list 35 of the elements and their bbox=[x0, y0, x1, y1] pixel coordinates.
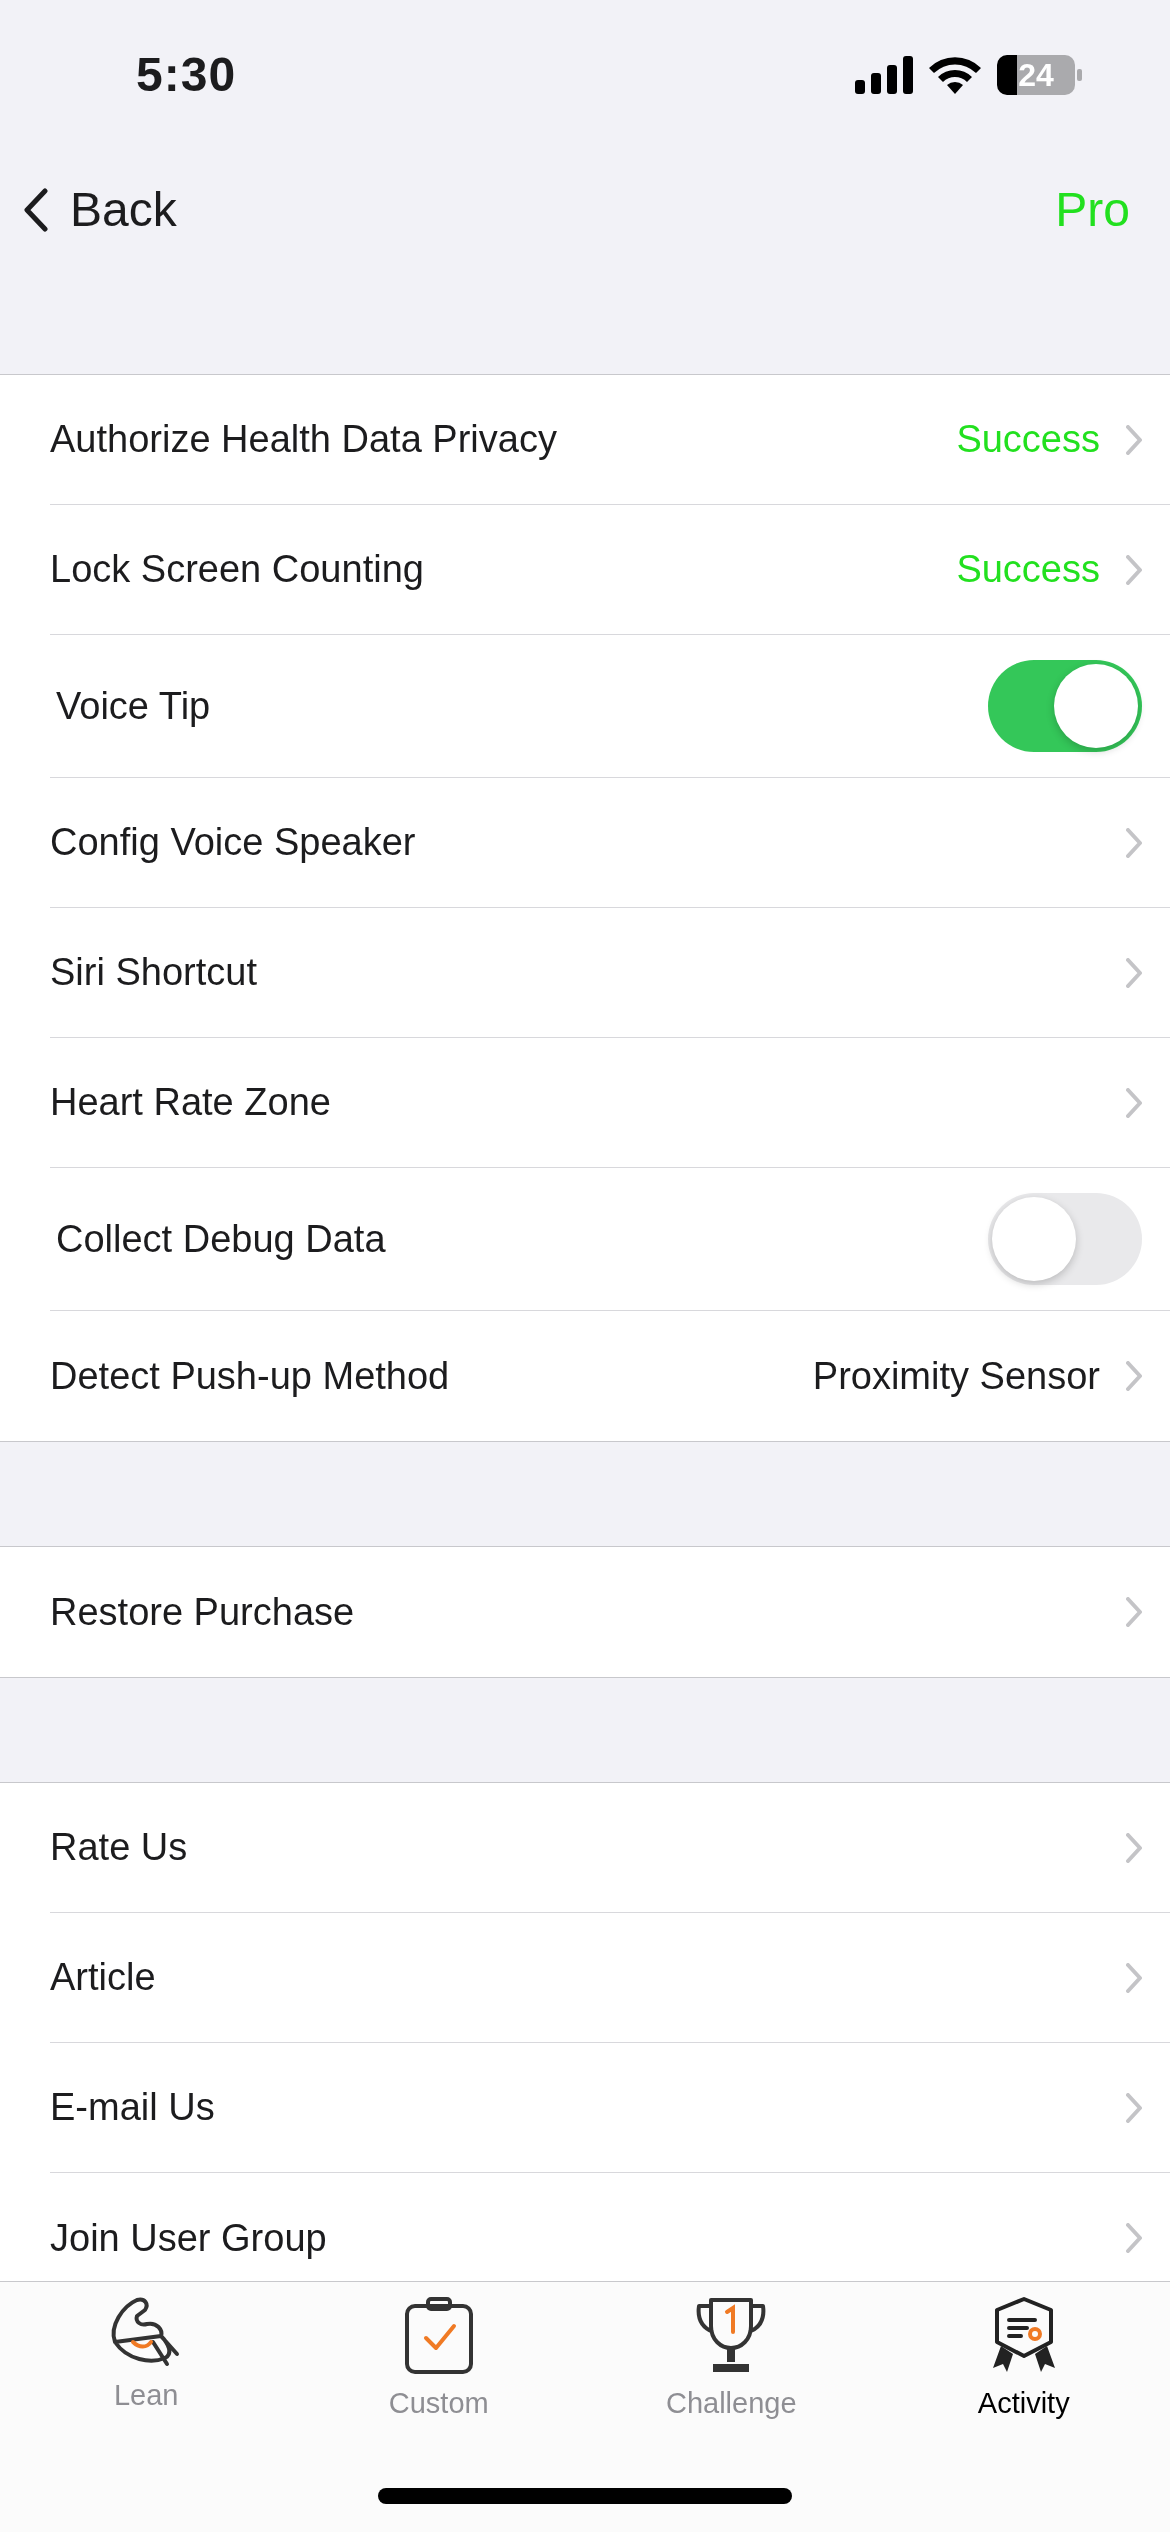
setting-label[interactable]: Config Voice Speaker bbox=[50, 814, 1126, 871]
setting-label[interactable]: Join User Group bbox=[50, 2209, 1126, 2267]
chevron-left-icon bbox=[24, 188, 48, 232]
chevron-right-icon bbox=[1126, 1962, 1142, 1993]
chevron-right-icon bbox=[1126, 424, 1142, 455]
setting-label[interactable]: Rate Us bbox=[50, 1819, 1126, 1876]
setting-label[interactable]: Detect Push-up Method bbox=[50, 1347, 813, 1405]
clock-time: 5:30 bbox=[136, 47, 237, 103]
tab-bar-item[interactable]: Activity bbox=[877, 2296, 1170, 2532]
clipboard-check-icon bbox=[403, 2296, 474, 2376]
setting-label[interactable]: Article bbox=[50, 1949, 1126, 2006]
setting-label[interactable]: E-mail Us bbox=[50, 2079, 1126, 2136]
setting-label: Collect Debug Data bbox=[55, 1216, 387, 1262]
setting-label[interactable]: Heart Rate Zone bbox=[50, 1074, 1126, 1131]
chevron-right-icon bbox=[1126, 1087, 1142, 1118]
wifi-icon bbox=[929, 56, 981, 94]
chevron-right-icon bbox=[1126, 1832, 1142, 1863]
chevron-right-icon bbox=[1126, 554, 1142, 585]
setting-label[interactable]: Authorize Health Data Privacy bbox=[50, 411, 957, 468]
setting-value: Success bbox=[956, 417, 1100, 462]
setting-label[interactable]: Siri Shortcut bbox=[50, 944, 1126, 1001]
chevron-right-icon bbox=[1126, 1597, 1142, 1627]
back-button[interactable]: Back bbox=[24, 174, 177, 246]
signal-icon bbox=[855, 56, 913, 94]
chevron-right-icon bbox=[1126, 827, 1142, 858]
battery-indicator: 24 bbox=[997, 55, 1082, 95]
setting-value: Success bbox=[956, 547, 1100, 592]
chevron-right-icon bbox=[1126, 2092, 1142, 2123]
setting-label[interactable]: Restore Purchase bbox=[50, 1583, 1126, 1641]
chevron-right-icon bbox=[1126, 957, 1142, 988]
setting-value: Proximity Sensor bbox=[812, 1353, 1100, 1399]
setting-label[interactable]: Lock Screen Counting bbox=[50, 541, 957, 598]
setting-label: Voice Tip bbox=[55, 683, 212, 729]
chevron-right-icon bbox=[1126, 1361, 1142, 1391]
chevron-right-icon bbox=[1126, 2223, 1142, 2253]
